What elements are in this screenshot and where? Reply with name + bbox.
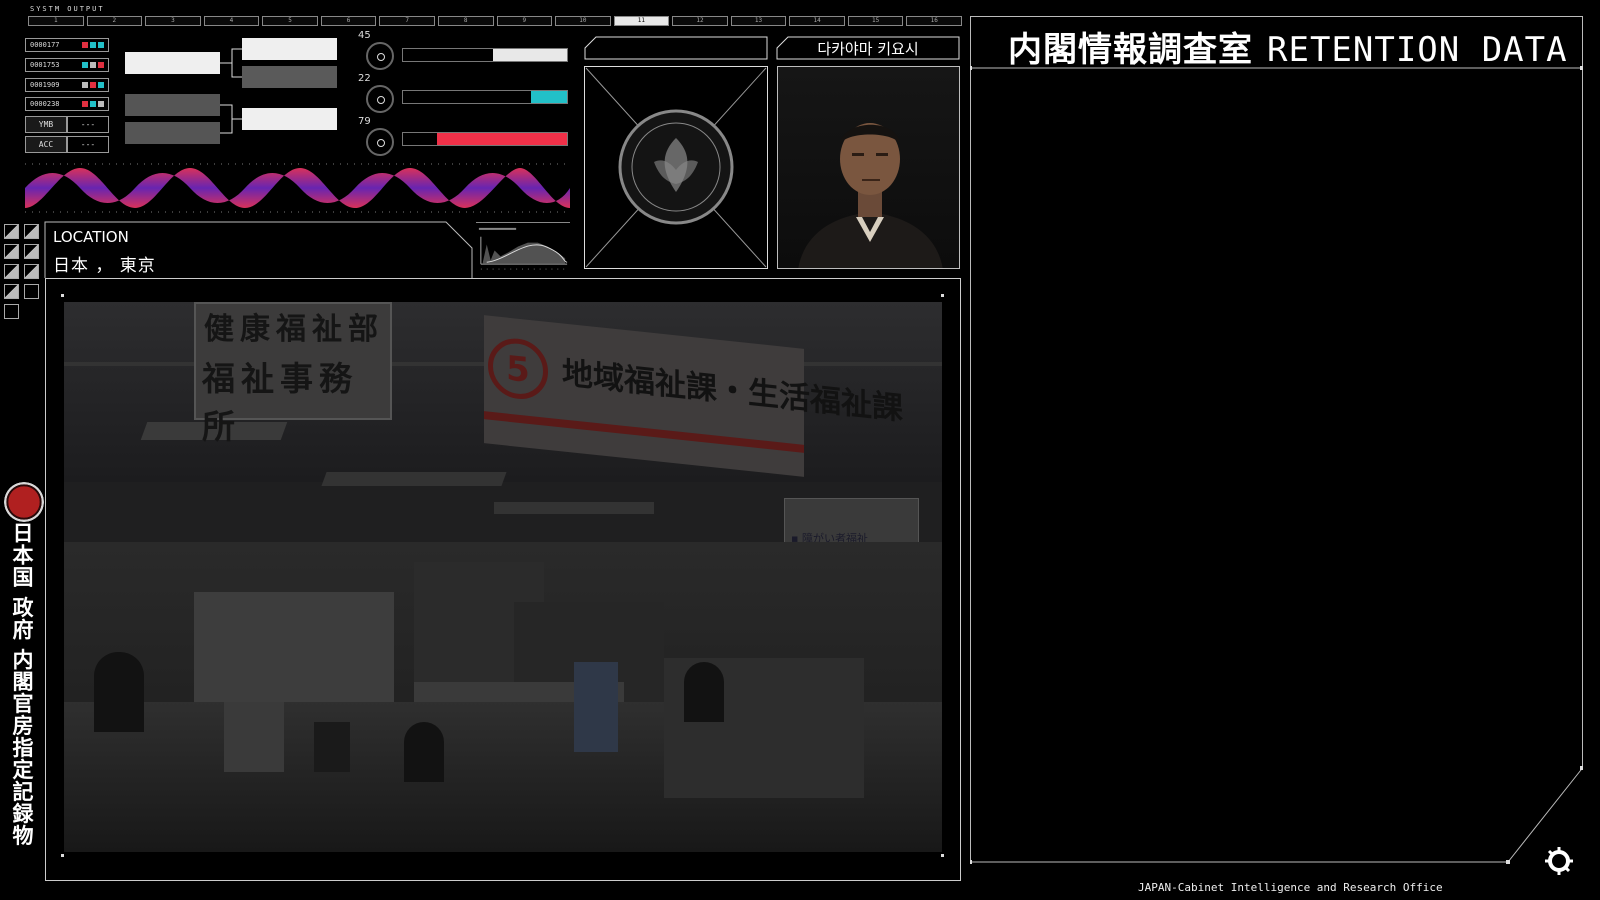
hatch-tile bbox=[4, 284, 19, 299]
status-dot bbox=[98, 82, 104, 88]
flow-block bbox=[125, 94, 220, 116]
top-segment[interactable]: 15 bbox=[847, 16, 904, 26]
top-segment[interactable]: 2 bbox=[86, 16, 143, 26]
emblem-header-tab bbox=[584, 36, 768, 60]
location-value: 日本 ， 東京 bbox=[53, 256, 156, 276]
flow-block bbox=[242, 38, 337, 60]
top-segment[interactable]: 8 bbox=[437, 16, 494, 26]
top-segment[interactable]: 7 bbox=[379, 16, 435, 26]
flow-block bbox=[242, 66, 337, 88]
classification-label: 日本国 政府 内閣官房指定記録物 bbox=[10, 522, 34, 847]
hatch-tile bbox=[24, 264, 39, 279]
meter-bar bbox=[402, 90, 568, 104]
top-segment[interactable]: 10 bbox=[555, 16, 611, 26]
top-segment[interactable]: 12 bbox=[672, 16, 728, 26]
acc-value: --- bbox=[67, 136, 109, 153]
top-segment-bar: 1 2 3 4 5 6 7 8 9 10 11 12 13 14 15 16 bbox=[28, 16, 962, 26]
acc-row: ACC --- bbox=[25, 136, 109, 153]
meter-fill bbox=[437, 133, 567, 145]
flow-block bbox=[242, 108, 337, 130]
dial-icon[interactable] bbox=[366, 42, 394, 70]
hatch-tile bbox=[24, 284, 39, 299]
meter-number: 45 bbox=[358, 30, 371, 41]
top-segment[interactable]: 4 bbox=[203, 16, 260, 26]
hatch-tile bbox=[24, 224, 39, 239]
mini-spectrum-chart bbox=[476, 222, 570, 270]
sign-number: 5 bbox=[488, 335, 548, 402]
ymb-key: YMB bbox=[25, 116, 67, 133]
status-dot bbox=[90, 42, 96, 48]
dial-icon[interactable] bbox=[366, 85, 394, 113]
panel-title: 内閣情報調査室 RETENTION DATA bbox=[1008, 22, 1568, 71]
status-dot bbox=[90, 101, 96, 107]
retention-data-panel bbox=[970, 16, 1583, 864]
meter-bar bbox=[402, 48, 568, 62]
person-name: 다카야마 키요시 bbox=[817, 40, 919, 58]
code-id: 0001909 bbox=[30, 81, 60, 89]
acc-key: ACC bbox=[25, 136, 67, 153]
meter-number: 79 bbox=[358, 116, 371, 127]
top-segment[interactable]: 6 bbox=[320, 16, 377, 26]
top-segment[interactable]: 14 bbox=[789, 16, 845, 26]
status-dot bbox=[98, 101, 104, 107]
hatch-tile bbox=[4, 264, 19, 279]
location-title: LOCATION bbox=[53, 228, 129, 246]
hatch-tile bbox=[4, 304, 19, 319]
status-dot bbox=[98, 62, 104, 68]
hatch-tile bbox=[4, 224, 19, 239]
meter-bar bbox=[402, 132, 568, 146]
status-dot bbox=[90, 82, 96, 88]
meter-fill bbox=[493, 49, 567, 61]
top-segment[interactable]: 16 bbox=[906, 16, 962, 26]
footer-agency-text: JAPAN-Cabinet Intelligence and Research … bbox=[1138, 881, 1443, 894]
code-row[interactable]: 0001909 bbox=[25, 78, 109, 92]
top-segment[interactable]: 9 bbox=[496, 16, 553, 26]
status-dot bbox=[82, 101, 88, 107]
code-id: 0000177 bbox=[30, 41, 60, 49]
signal-waveform bbox=[25, 163, 570, 213]
code-row[interactable]: 0000177 bbox=[25, 38, 109, 52]
top-segment[interactable]: 11 bbox=[613, 16, 670, 26]
code-id: 0001753 bbox=[30, 61, 60, 69]
government-seal-icon bbox=[4, 482, 44, 522]
status-dot bbox=[82, 82, 88, 88]
flow-connector bbox=[220, 104, 242, 134]
top-segment[interactable]: 3 bbox=[145, 16, 201, 26]
code-row[interactable]: 0001753 bbox=[25, 58, 109, 72]
ymb-value: --- bbox=[67, 116, 109, 133]
sign-dept-text: 健康福祉部 bbox=[204, 312, 384, 347]
meter-fill bbox=[530, 91, 567, 103]
status-dot bbox=[82, 62, 88, 68]
person-portrait bbox=[777, 66, 960, 269]
flow-block bbox=[125, 52, 220, 74]
status-dot bbox=[82, 42, 88, 48]
meter-number: 22 bbox=[358, 73, 371, 84]
status-dot bbox=[90, 62, 96, 68]
panel-title-jp: 内閣情報調査室 bbox=[1008, 30, 1253, 70]
code-id: 0000238 bbox=[30, 100, 60, 108]
agency-emblem-panel bbox=[584, 66, 768, 269]
panel-title-en: RETENTION DATA bbox=[1267, 30, 1568, 70]
flow-connector bbox=[220, 48, 242, 78]
dial-icon[interactable] bbox=[366, 128, 394, 156]
top-bar-label: SYSTM OUTPUT bbox=[30, 5, 105, 13]
hatch-tile bbox=[4, 244, 19, 259]
top-segment[interactable]: 5 bbox=[262, 16, 318, 26]
status-dot bbox=[98, 42, 104, 48]
code-row[interactable]: 0000238 bbox=[25, 97, 109, 111]
hatch-tile bbox=[24, 244, 39, 259]
top-segment[interactable]: 1 bbox=[28, 16, 84, 26]
settings-icon[interactable] bbox=[1544, 846, 1574, 876]
department-sign: 健康福祉部 福祉事務所 bbox=[194, 302, 392, 446]
surveillance-photo: 健康福祉部 福祉事務所 5 地域福祉課・生活福祉課 ▪ 障がい者福祉▪ 消費者相… bbox=[64, 302, 942, 852]
flow-block bbox=[125, 122, 220, 144]
ymb-row: YMB --- bbox=[25, 116, 109, 133]
agency-emblem-icon bbox=[618, 109, 734, 225]
flow-diagram bbox=[125, 38, 337, 144]
sign-office-text: 福祉事務所 bbox=[202, 359, 358, 446]
top-segment[interactable]: 13 bbox=[730, 16, 787, 26]
